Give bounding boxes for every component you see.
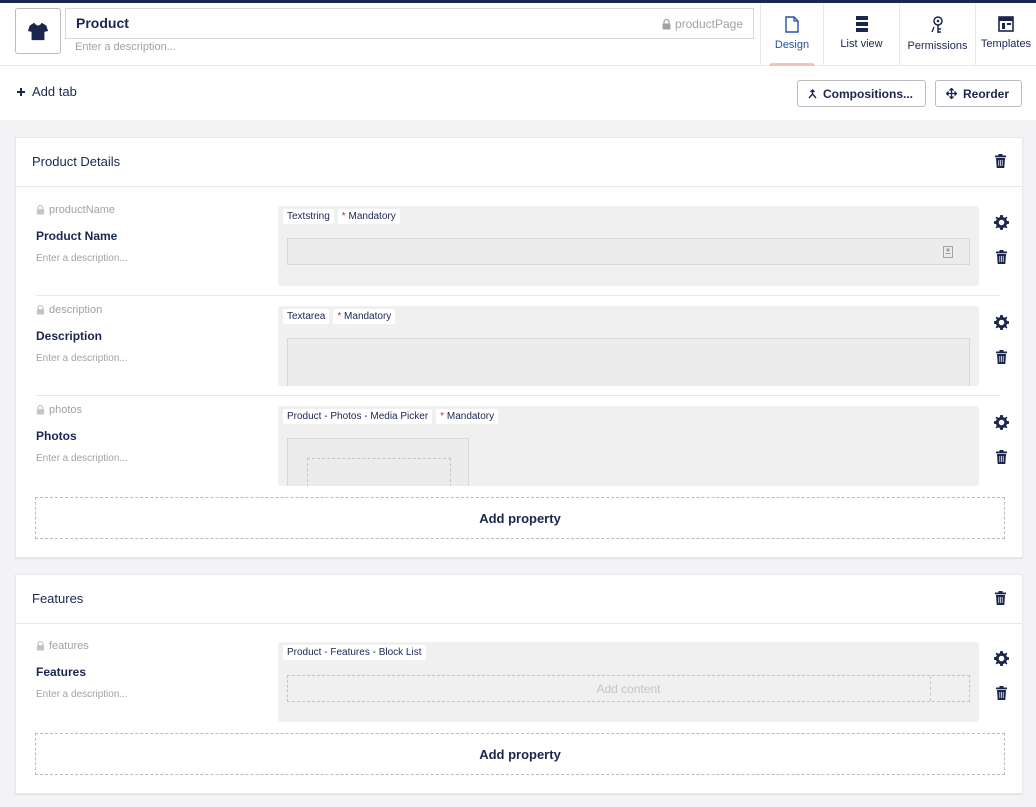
property-row: features Features Enter a description...… [36, 632, 1009, 732]
move-icon [946, 88, 957, 99]
add-property-button[interactable]: Add property [35, 497, 1005, 539]
group-title[interactable]: Product Details [32, 154, 120, 169]
property-alias[interactable]: photos [36, 404, 82, 416]
mandatory-tag: * Mandatory [436, 409, 499, 424]
media-picker-preview [287, 438, 469, 486]
lock-icon [36, 405, 45, 415]
property-name[interactable]: Features [36, 665, 86, 679]
lock-icon [662, 18, 671, 30]
merge-icon [808, 88, 817, 99]
trash-icon[interactable] [996, 350, 1007, 364]
gear-icon[interactable] [994, 415, 1009, 430]
editor-tag: Textarea [283, 309, 330, 324]
trash-icon[interactable] [995, 591, 1006, 605]
divider [930, 676, 931, 701]
trash-icon[interactable] [996, 250, 1007, 264]
property-row: productName Product Name Enter a descrip… [36, 196, 1009, 296]
plus-icon [16, 87, 26, 97]
compositions-button[interactable]: Compositions... [797, 80, 926, 107]
gear-icon[interactable] [994, 651, 1009, 666]
layout-icon [998, 16, 1014, 32]
trash-icon[interactable] [995, 154, 1006, 168]
group-title[interactable]: Features [32, 591, 83, 606]
trash-icon[interactable] [996, 686, 1007, 700]
document-icon [785, 16, 799, 33]
trash-icon[interactable] [996, 450, 1007, 464]
app-tab-permissions[interactable]: Permissions [899, 3, 975, 66]
property-editor-preview[interactable]: Textarea * Mandatory [278, 306, 979, 386]
group-header: Product Details [16, 138, 1022, 187]
app-tab-list-view[interactable]: List view [823, 3, 899, 66]
gear-icon[interactable] [994, 315, 1009, 330]
app-tabs: Design List view Permissions Templates [760, 3, 1036, 67]
property-editor-preview[interactable]: Textstring * Mandatory [278, 206, 979, 286]
doctype-name-input[interactable]: Product productPage [65, 8, 754, 39]
reorder-button[interactable]: Reorder [935, 80, 1022, 107]
add-property-button[interactable]: Add property [35, 733, 1005, 775]
group-product-details: Product Details productName Product Name… [15, 137, 1023, 558]
property-description[interactable]: Enter a description... [36, 253, 128, 264]
property-description[interactable]: Enter a description... [36, 453, 128, 464]
property-row: photos Photos Enter a description... Pro… [36, 396, 1009, 496]
tshirt-icon [27, 20, 49, 42]
property-alias[interactable]: features [36, 640, 89, 652]
doctype-alias[interactable]: productPage [662, 17, 743, 31]
group-header: Features [16, 575, 1022, 624]
textstring-preview [287, 238, 970, 265]
property-name[interactable]: Photos [36, 429, 77, 443]
doctype-description-input[interactable]: Enter a description... [75, 41, 176, 53]
editor-tag: Textstring [283, 209, 334, 224]
property-row: description Description Enter a descript… [36, 296, 1009, 396]
property-editor-preview[interactable]: Product - Photos - Media Picker * Mandat… [278, 406, 979, 486]
group-features: Features features Features Enter a descr… [15, 574, 1023, 794]
gear-icon[interactable] [994, 215, 1009, 230]
doctype-name: Product [76, 15, 129, 31]
property-description[interactable]: Enter a description... [36, 689, 128, 700]
property-name[interactable]: Product Name [36, 229, 117, 243]
property-name[interactable]: Description [36, 329, 102, 343]
header: Product productPage Enter a description.… [0, 3, 1036, 67]
app-tab-templates[interactable]: Templates [975, 3, 1036, 66]
doctype-icon-picker[interactable] [15, 8, 61, 54]
media-placeholder [307, 458, 451, 486]
list-icon [855, 16, 868, 32]
add-tab-button[interactable]: Add tab [16, 84, 77, 99]
mandatory-tag: * Mandatory [333, 309, 396, 324]
property-alias[interactable]: productName [36, 204, 115, 216]
lock-icon [36, 305, 45, 315]
editor-tag: Product - Photos - Media Picker [283, 409, 433, 424]
app-tab-design[interactable]: Design [760, 3, 823, 67]
lock-icon [36, 641, 45, 651]
lock-icon [36, 205, 45, 215]
property-editor-preview[interactable]: Product - Features - Block List Add cont… [278, 642, 979, 722]
property-alias[interactable]: description [36, 304, 102, 316]
block-list-preview: Add content [287, 675, 970, 702]
key-icon [930, 16, 945, 34]
property-description[interactable]: Enter a description... [36, 353, 128, 364]
mandatory-tag: * Mandatory [337, 209, 400, 224]
id-card-icon [943, 246, 953, 258]
editor-tag: Product - Features - Block List [283, 645, 426, 660]
textarea-preview [287, 338, 970, 386]
toolbar: Add tab Compositions... Reorder [0, 66, 1036, 120]
